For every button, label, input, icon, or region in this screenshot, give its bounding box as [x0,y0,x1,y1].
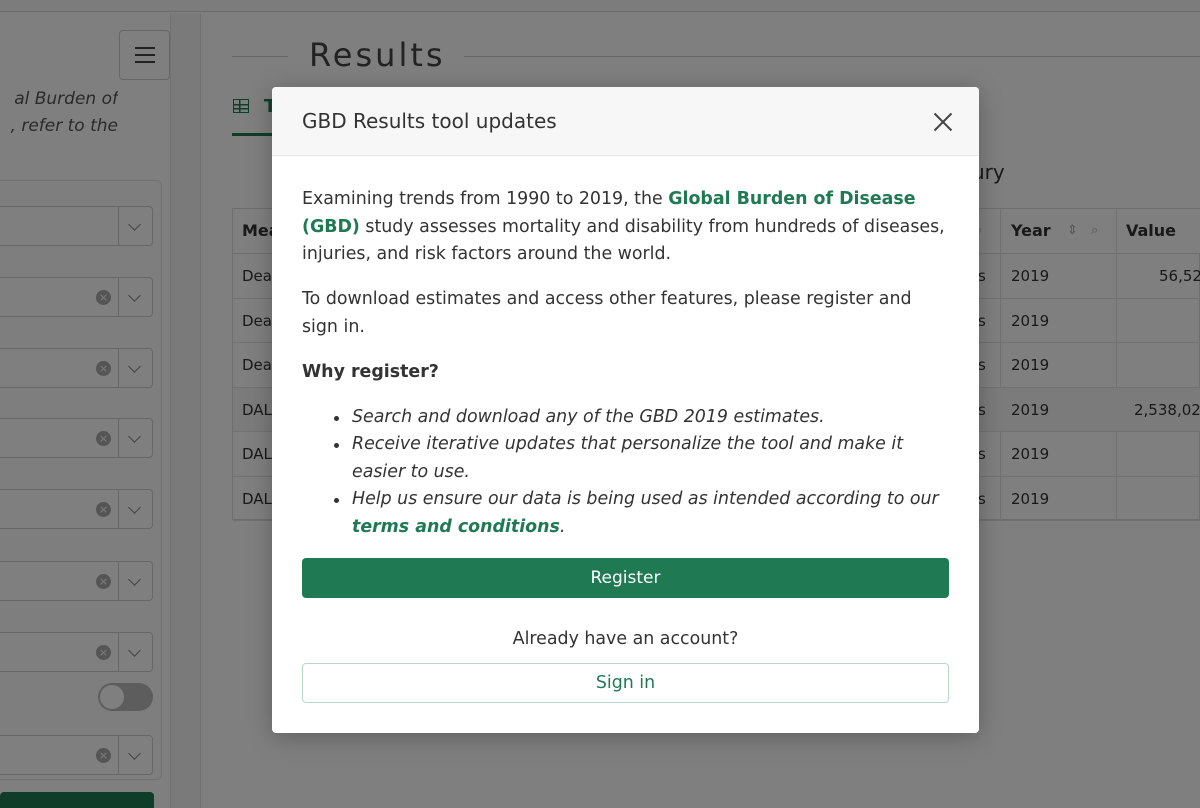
register-button[interactable]: Register [302,558,949,598]
already-account-text: Already have an account? [512,629,739,649]
updates-modal: GBD Results tool updates Examining trend… [272,87,979,733]
sign-in-button[interactable]: Sign in [302,663,949,703]
intro-paragraph: Examining trends from 1990 to 2019, the … [302,189,945,264]
list-item: Receive iterative updates that personali… [330,431,952,486]
modal-body: Examining trends from 1990 to 2019, the … [302,186,952,541]
benefits-list: Search and download any of the GBD 2019 … [330,404,952,542]
list-item: Help us ensure our data is being used as… [330,486,952,541]
why-register-heading: Why register? [302,361,439,382]
modal-title: GBD Results tool updates [302,109,557,133]
download-paragraph: To download estimates and access other f… [302,289,912,337]
list-item: Search and download any of the GBD 2019 … [330,404,952,432]
close-icon[interactable] [932,111,954,133]
terms-link[interactable]: terms and conditions [352,517,560,537]
modal-header: GBD Results tool updates [272,87,979,156]
